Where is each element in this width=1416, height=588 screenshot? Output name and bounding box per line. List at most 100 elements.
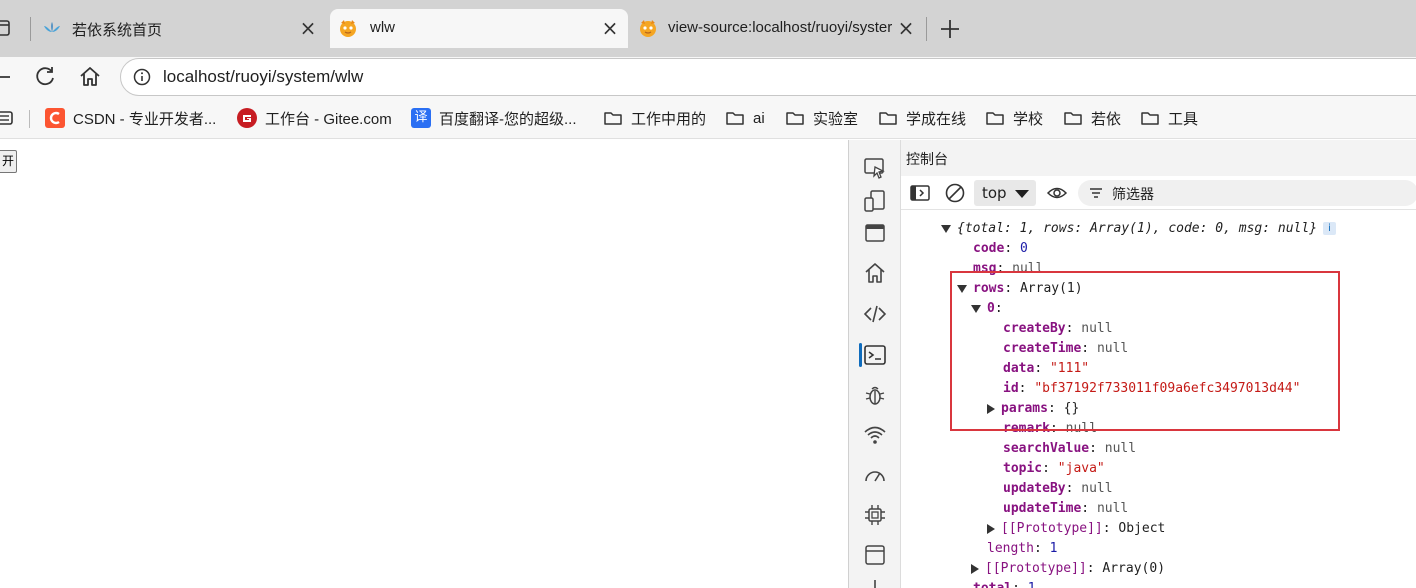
elements-panel-icon[interactable] — [863, 221, 887, 245]
tab-strip: 若依系统首页 × wlw × view-source:localhost/ruo… — [0, 0, 1416, 57]
expand-triangle-icon[interactable] — [941, 224, 951, 233]
bookmark-label: 实验室 — [813, 110, 859, 128]
tomcat-favicon-icon — [640, 20, 656, 37]
prototype-row[interactable]: [[Prototype]]: Object — [987, 519, 1165, 539]
folder-icon — [786, 112, 804, 125]
bookmark-folder-ruoyi[interactable]: 若依 — [1063, 107, 1121, 129]
filter-placeholder: 筛选器 — [1112, 187, 1154, 203]
tab-title: wlw — [370, 19, 395, 36]
property-key: msg — [973, 261, 997, 276]
bookmark-csdn[interactable]: CSDN - 专业开发者... — [45, 107, 216, 129]
tab-wlw[interactable]: wlw × — [330, 9, 628, 48]
console-tab-title[interactable]: 控制台 — [906, 149, 948, 169]
tab-ruoyi-home[interactable]: 若依系统首页 × — [34, 9, 326, 48]
more-tools-icon[interactable] — [863, 576, 887, 588]
property-key: length — [987, 541, 1034, 556]
property-row: updateTime: null — [1003, 501, 1129, 516]
context-value: top — [982, 184, 1007, 202]
info-badge-icon[interactable]: i — [1323, 222, 1337, 235]
property-value: null — [1081, 321, 1113, 336]
live-expression-eye-icon[interactable] — [1046, 182, 1068, 204]
expand-triangle-icon[interactable] — [957, 284, 967, 293]
property-key: total — [973, 581, 1012, 588]
application-panel-icon[interactable] — [863, 543, 887, 567]
address-bar[interactable]: localhost/ruoyi/system/wlw — [120, 58, 1416, 96]
tab-close-icon[interactable]: × — [298, 18, 318, 38]
tab-separator — [926, 17, 927, 41]
property-key: [[Prototype]] — [985, 561, 1087, 576]
context-selector[interactable]: top — [974, 180, 1036, 206]
property-key: 0 — [987, 301, 995, 316]
expand-triangle-icon[interactable] — [971, 304, 981, 313]
csdn-icon — [45, 108, 65, 128]
new-tab-icon[interactable] — [936, 15, 964, 43]
tab-close-icon[interactable]: × — [896, 18, 916, 38]
tab-actions-icon[interactable] — [0, 19, 12, 37]
device-emulation-icon[interactable] — [863, 189, 887, 213]
collapse-triangle-icon[interactable] — [971, 563, 979, 574]
bookmark-label: 学成在线 — [906, 110, 967, 128]
folder-icon — [604, 112, 622, 125]
welcome-home-icon[interactable] — [863, 261, 887, 285]
property-key: updateTime — [1003, 501, 1082, 516]
property-key: data — [1003, 361, 1035, 376]
property-row: id: "bf37192f733011f09a6efc3497013d44" — [1003, 381, 1301, 396]
bookmarks-separator — [29, 110, 30, 128]
filter-input[interactable]: 筛选器 — [1078, 180, 1416, 206]
property-value: "bf37192f733011f09a6efc3497013d44" — [1034, 381, 1301, 396]
bookmark-gitee[interactable]: 工作台 - Gitee.com — [237, 107, 392, 129]
bookmark-folder-tools[interactable]: 工具 — [1140, 107, 1198, 129]
property-value: null — [1081, 481, 1113, 496]
property-row: updateBy: null — [1003, 481, 1113, 496]
bookmark-folder-lab[interactable]: 实验室 — [785, 107, 858, 129]
property-row: searchValue: null — [1003, 441, 1137, 456]
property-value: "java" — [1057, 461, 1105, 476]
bookmark-folder-ai[interactable]: ai — [725, 107, 765, 129]
refresh-icon[interactable] — [31, 63, 59, 91]
network-wifi-icon[interactable] — [863, 423, 887, 447]
property-row: code: 0 — [973, 241, 1028, 256]
folder-icon — [726, 112, 744, 125]
site-info-icon[interactable] — [133, 68, 151, 86]
tab-close-icon[interactable]: × — [600, 18, 620, 38]
property-value: 1 — [1049, 541, 1058, 556]
folder-icon — [1141, 112, 1159, 125]
back-icon[interactable] — [0, 63, 14, 91]
bookmark-folder-school[interactable]: 学校 — [985, 107, 1043, 129]
reading-list-icon[interactable] — [0, 108, 14, 128]
navigation-bar: localhost/ruoyi/system/wlw — [0, 57, 1416, 97]
property-row: topic: "java" — [1003, 461, 1105, 476]
bookmark-folder-work[interactable]: 工作中用的 — [603, 107, 706, 129]
bookmark-folder-xuecheng[interactable]: 学成在线 — [878, 107, 966, 129]
property-value: Object — [1118, 521, 1166, 536]
folder-icon — [986, 112, 1004, 125]
memory-chip-icon[interactable] — [863, 503, 887, 527]
chevron-down-icon — [1015, 190, 1029, 198]
collapse-triangle-icon[interactable] — [987, 403, 995, 414]
property-row: total: 1 — [973, 579, 1036, 588]
property-value: null — [1012, 261, 1044, 276]
tab-separator — [30, 17, 31, 41]
sources-code-icon[interactable] — [863, 302, 887, 326]
performance-gauge-icon[interactable] — [863, 463, 887, 487]
property-value: null — [1065, 421, 1097, 436]
console-icon[interactable] — [863, 343, 887, 367]
devtools-activity-bar — [849, 140, 901, 588]
property-row[interactable]: params: {} — [987, 399, 1079, 419]
debugger-bug-icon[interactable] — [863, 383, 887, 407]
row-index-row[interactable]: 0: — [971, 299, 1003, 319]
rows-property-row[interactable]: rows: Array(1) — [957, 279, 1083, 299]
clear-console-icon[interactable] — [944, 182, 966, 204]
property-value: null — [1104, 441, 1137, 456]
active-panel-indicator — [859, 343, 862, 367]
bookmark-baidu-translate[interactable]: 译 百度翻译-您的超级... — [411, 107, 577, 129]
object-summary-row[interactable]: {total: 1, rows: Array(1), code: 0, msg:… — [941, 219, 1337, 239]
page-button[interactable]: 开 — [0, 150, 17, 173]
inspect-element-icon[interactable] — [863, 156, 887, 180]
show-sidebar-icon[interactable] — [909, 182, 931, 204]
bookmark-label: 工作台 - Gitee.com — [265, 110, 392, 128]
prototype-row[interactable]: [[Prototype]]: Array(0) — [971, 559, 1165, 579]
home-icon[interactable] — [76, 63, 104, 91]
tab-view-source[interactable]: view-source:localhost/ruoyi/syster × — [630, 9, 924, 48]
collapse-triangle-icon[interactable] — [987, 523, 995, 534]
